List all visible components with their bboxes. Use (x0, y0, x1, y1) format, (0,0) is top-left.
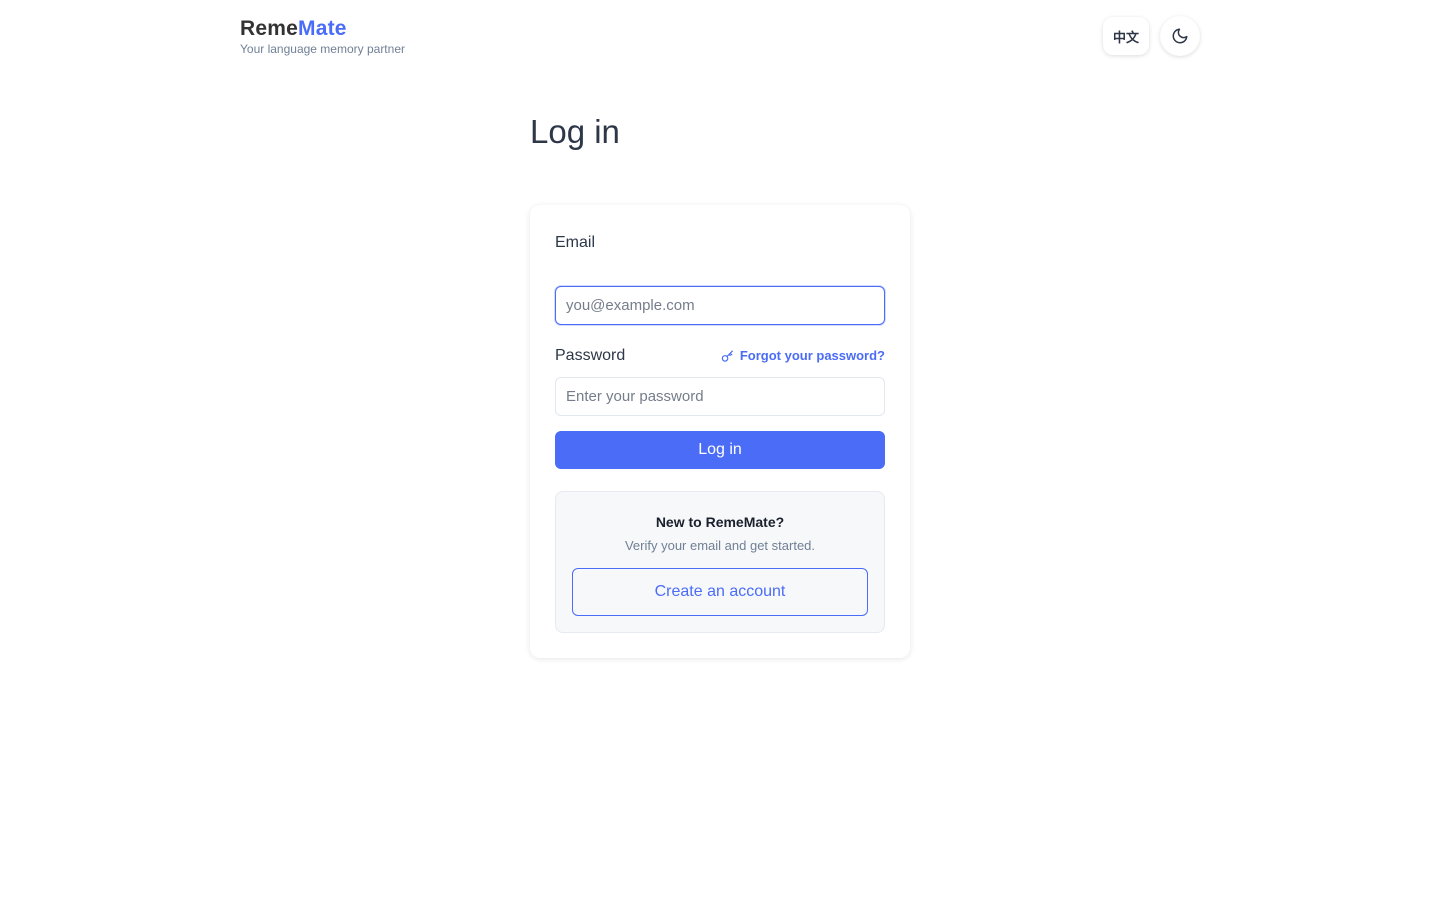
brand-tagline: Your language memory partner (240, 42, 405, 56)
brand-name-part1: Reme (240, 17, 298, 40)
password-field[interactable] (555, 377, 885, 416)
forgot-password-text: Forgot your password? (739, 348, 885, 363)
moon-icon (1171, 27, 1189, 45)
language-toggle-button[interactable]: 中文 (1103, 17, 1149, 55)
email-label: Email (555, 234, 596, 251)
password-label: Password (555, 347, 626, 364)
login-card: Email Password Forgot your password? Log… (530, 205, 910, 658)
signup-title: New to RemeMate? (655, 514, 785, 530)
email-field[interactable] (555, 286, 885, 325)
brand-name-part2: Mate (298, 17, 347, 40)
page-title: Log in (530, 113, 620, 150)
signup-panel: New to RemeMate? Verify your email and g… (555, 491, 885, 633)
key-icon (721, 349, 734, 363)
brand-logo[interactable]: RemeMate Your language memory partner (240, 17, 405, 56)
create-account-button[interactable]: Create an account (572, 568, 868, 616)
theme-toggle-button[interactable] (1160, 16, 1200, 56)
app-header: RemeMate Your language memory partner 中文 (240, 16, 1200, 60)
login-button[interactable]: Log in (555, 431, 885, 469)
signup-subtitle: Verify your email and get started. (624, 538, 816, 553)
brand-name: RemeMate (240, 17, 405, 41)
forgot-password-link[interactable]: Forgot your password? (721, 348, 885, 364)
